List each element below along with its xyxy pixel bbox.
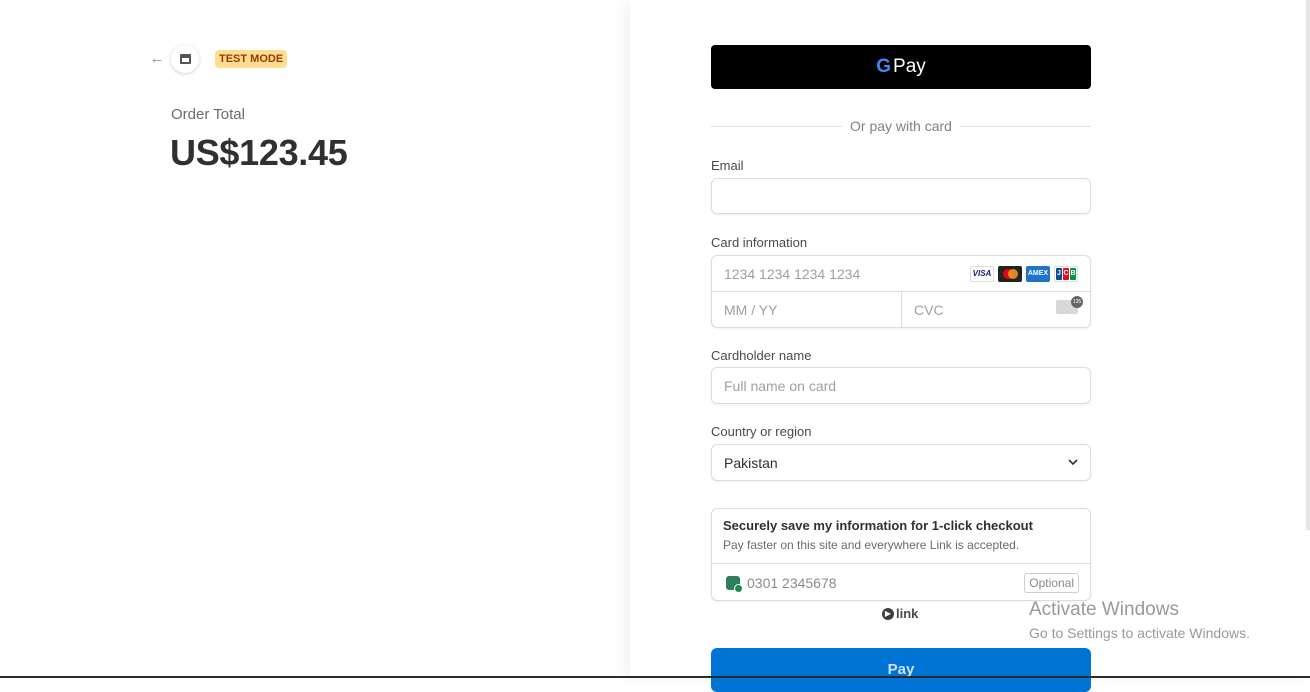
- country-label: Country or region: [711, 424, 812, 439]
- phone-flag-icon: [726, 576, 743, 593]
- card-number-input[interactable]: 1234 1234 1234 1234 VISA AMEX JCB: [712, 256, 1090, 292]
- arrow-left-icon[interactable]: ←: [148, 50, 166, 68]
- jcb-icon: JCB: [1054, 266, 1078, 282]
- visa-icon: VISA: [970, 266, 994, 282]
- card-number-placeholder: 1234 1234 1234 1234: [724, 266, 861, 282]
- email-field[interactable]: [711, 178, 1091, 214]
- watermark-title: Activate Windows: [1029, 599, 1179, 620]
- mastercard-icon: [998, 266, 1022, 282]
- cardholder-name-input[interactable]: Full name on card: [711, 367, 1091, 404]
- order-summary-panel: ← TEST MODE Order Total US$123.45: [0, 0, 630, 678]
- email-label: Email: [711, 158, 744, 173]
- cvc-card-icon: [1056, 296, 1083, 314]
- link-save-info-header[interactable]: Securely save my information for 1-click…: [712, 509, 1090, 564]
- windows-activation-watermark: Activate Windows Go to Settings to activ…: [1029, 599, 1250, 641]
- store-icon: [171, 45, 199, 73]
- country-select[interactable]: Pakistan: [711, 444, 1091, 481]
- cardholder-name-label: Cardholder name: [711, 348, 812, 363]
- google-pay-label: Pay: [893, 56, 926, 77]
- optional-badge: Optional: [1024, 573, 1079, 593]
- phone-input[interactable]: 0301 2345678 Optional: [712, 565, 1090, 601]
- link-logo[interactable]: ▶ link: [882, 606, 918, 621]
- country-selected-value: Pakistan: [724, 455, 778, 471]
- order-total-amount: US$123.45: [170, 132, 348, 173]
- order-total-label: Order Total: [171, 106, 245, 123]
- card-brands: VISA AMEX JCB: [970, 266, 1078, 282]
- link-save-title: Securely save my information for 1-click…: [723, 518, 1033, 533]
- link-logo-text: link: [896, 606, 919, 621]
- card-information-group: 1234 1234 1234 1234 VISA AMEX JCB MM / Y…: [711, 255, 1091, 328]
- watermark-subtitle: Go to Settings to activate Windows.: [1029, 625, 1250, 641]
- test-mode-badge: TEST MODE: [215, 50, 288, 68]
- google-g-icon: G: [876, 56, 892, 77]
- chevron-down-icon: [1068, 459, 1078, 466]
- link-save-subtitle: Pay faster on this site and everywhere L…: [723, 538, 1020, 552]
- google-pay-button[interactable]: G Pay: [711, 45, 1091, 89]
- cvc-input[interactable]: CVC: [902, 292, 1090, 328]
- divider-line: [711, 125, 843, 127]
- cvc-placeholder: CVC: [914, 302, 944, 318]
- divider-line: [959, 125, 1091, 127]
- divider-text: Or pay with card: [850, 118, 952, 134]
- pay-button[interactable]: Pay: [711, 648, 1091, 692]
- or-pay-with-card-divider: Or pay with card: [711, 116, 1091, 136]
- amex-icon: AMEX: [1026, 266, 1050, 282]
- link-arrow-icon: ▶: [882, 607, 894, 620]
- scrollbar[interactable]: [1306, 0, 1310, 530]
- expiry-input[interactable]: MM / YY: [712, 292, 902, 328]
- link-save-info-box: Securely save my information for 1-click…: [711, 508, 1091, 601]
- card-information-label: Card information: [711, 235, 808, 250]
- phone-placeholder: 0301 2345678: [747, 575, 837, 591]
